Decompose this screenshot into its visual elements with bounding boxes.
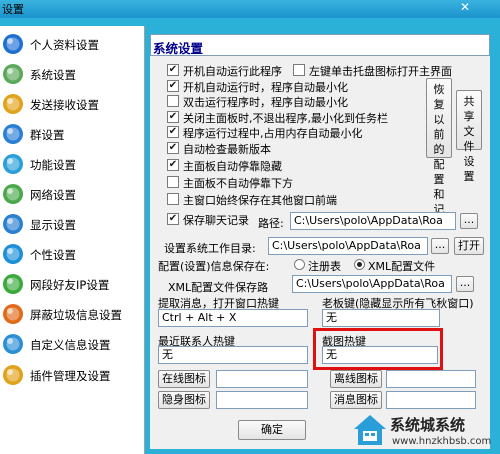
chat-path-field[interactable]: C:\Users\polo\AppData\Roa	[290, 212, 456, 230]
sidebar-item-3[interactable]: 发送接收设置	[0, 91, 145, 117]
checkbox[interactable]	[293, 64, 305, 76]
checkbox[interactable]: ✔	[167, 111, 179, 123]
group-icon	[2, 123, 24, 145]
sidebar-item-12[interactable]: 插件管理及设置	[0, 362, 145, 388]
hidden-icon-field[interactable]	[216, 391, 308, 409]
sidebar-item-6[interactable]: 网络设置	[0, 181, 145, 207]
xml-path-field[interactable]: C:\Users\polo\AppData\Roa	[292, 275, 452, 293]
checkbox[interactable]	[167, 193, 179, 205]
sidebar-item-2[interactable]: 系统设置	[0, 61, 145, 87]
checkbox[interactable]: ✔	[167, 80, 179, 92]
sidebar-item-11[interactable]: 自定义信息设置	[0, 331, 145, 357]
sidebar-item-label: 自定义信息设置	[30, 338, 111, 352]
house-logo-icon	[352, 412, 388, 448]
hotkey-extract-field[interactable]: Ctrl + Alt + X	[158, 309, 308, 327]
ip-icon	[2, 273, 24, 295]
sidebar-item-label: 发送接收设置	[30, 98, 99, 112]
checkbox[interactable]: ✔	[167, 142, 179, 154]
title-bar: 设置 ✕	[0, 0, 500, 18]
checkbox[interactable]: ✔	[167, 126, 179, 138]
radio-xml[interactable]	[354, 259, 365, 270]
recent-contact-field[interactable]: 无	[158, 346, 308, 364]
sidebar-item-label: 屏蔽垃圾信息设置	[30, 308, 122, 322]
sidebar-item-label: 插件管理及设置	[30, 369, 111, 383]
checkbox[interactable]	[167, 95, 179, 107]
radio-registry[interactable]	[294, 259, 305, 270]
close-button[interactable]: ✕	[452, 0, 478, 14]
checkbox[interactable]: ✔	[167, 213, 179, 225]
radio-xml-label: XML配置文件	[368, 260, 436, 273]
sidebar-item-label: 显示设置	[30, 218, 76, 232]
sidebar: 个人资料设置 系统设置发送接收设置 群设置功能设置网络设置显示设置个性设置网段好友I…	[0, 26, 145, 454]
online-icon-field[interactable]	[216, 370, 308, 388]
sidebar-item-1[interactable]: 个人资料设置	[0, 31, 145, 57]
main-panel: 系统设置 ✔ 开机自动运行此程序 左键单击托盘图标打开主界面 ✔ 开机自动运行时…	[150, 34, 490, 449]
sidebar-item-label: 个人资料设置	[30, 38, 99, 52]
restore-config-button[interactable]: 恢复以前的配置和记录	[426, 78, 452, 231]
offline-icon-field[interactable]	[386, 370, 476, 388]
checkbox[interactable]: ✔	[167, 64, 179, 76]
window-title: 设置	[2, 3, 24, 16]
path-label: 路径:	[258, 217, 284, 230]
highlight-box	[313, 328, 443, 370]
radio-registry-label: 注册表	[308, 260, 341, 273]
sidebar-item-7[interactable]: 显示设置	[0, 211, 145, 237]
section-header: 系统设置	[150, 34, 490, 56]
send-receive-icon	[2, 93, 24, 115]
boss-key-field[interactable]: 无	[322, 309, 440, 327]
workdir-label: 设置系统工作目录:	[164, 242, 256, 255]
sidebar-item-9[interactable]: 网段好友IP设置	[0, 271, 145, 297]
plugin-icon	[2, 364, 24, 386]
personalize-icon	[2, 243, 24, 265]
sidebar-item-label: 网段好友IP设置	[30, 278, 110, 292]
sidebar-item-label: 个性设置	[30, 248, 76, 262]
section-title: 系统设置	[153, 41, 204, 56]
sidebar-item-5[interactable]: 功能设置	[0, 151, 145, 177]
message-icon-button[interactable]: 消息图标	[330, 391, 382, 409]
sidebar-item-8[interactable]: 个性设置	[0, 241, 145, 267]
person-icon	[2, 33, 24, 55]
workdir-browse-button[interactable]: ...	[431, 238, 449, 254]
open-workdir-button[interactable]: 打开	[454, 237, 484, 255]
network-icon	[2, 183, 24, 205]
offline-icon-button[interactable]: 离线图标	[330, 370, 382, 388]
watermark: 系统城系统 www.hnzkhbsb.com	[352, 408, 500, 454]
chat-path-browse-button[interactable]: ...	[460, 213, 478, 229]
display-icon	[2, 213, 24, 235]
checkbox[interactable]: ✔	[167, 159, 179, 171]
xml-path-browse-button[interactable]: ...	[456, 276, 474, 292]
custom-info-icon	[2, 333, 24, 355]
ok-button[interactable]: 确定	[238, 420, 306, 440]
sidebar-item-label: 网络设置	[30, 188, 76, 202]
sidebar-item-label: 功能设置	[30, 158, 76, 172]
online-icon-button[interactable]: 在线图标	[158, 370, 210, 388]
xml-path-label: XML配置文件保存路	[168, 281, 269, 294]
sidebar-item-10[interactable]: 屏蔽垃圾信息设置	[0, 301, 145, 327]
block-spam-icon	[2, 303, 24, 325]
sidebar-item-label: 系统设置	[30, 68, 76, 82]
watermark-title: 系统城系统	[390, 416, 466, 434]
workdir-field[interactable]: C:\Users\polo\AppData\Roa	[268, 237, 428, 255]
share-files-button[interactable]: 共享文件设置	[456, 90, 482, 183]
checkbox[interactable]	[167, 176, 179, 188]
watermark-url: www.hnzkhbsb.com	[392, 436, 492, 447]
hidden-icon-button[interactable]: 隐身图标	[158, 391, 210, 409]
system-icon	[2, 63, 24, 85]
config-save-label: 配置(设置)信息保存在:	[158, 260, 270, 273]
message-icon-field[interactable]	[386, 391, 476, 409]
function-icon	[2, 153, 24, 175]
sidebar-item-label: 群设置	[30, 128, 65, 142]
sidebar-item-4[interactable]: 群设置	[0, 121, 145, 147]
